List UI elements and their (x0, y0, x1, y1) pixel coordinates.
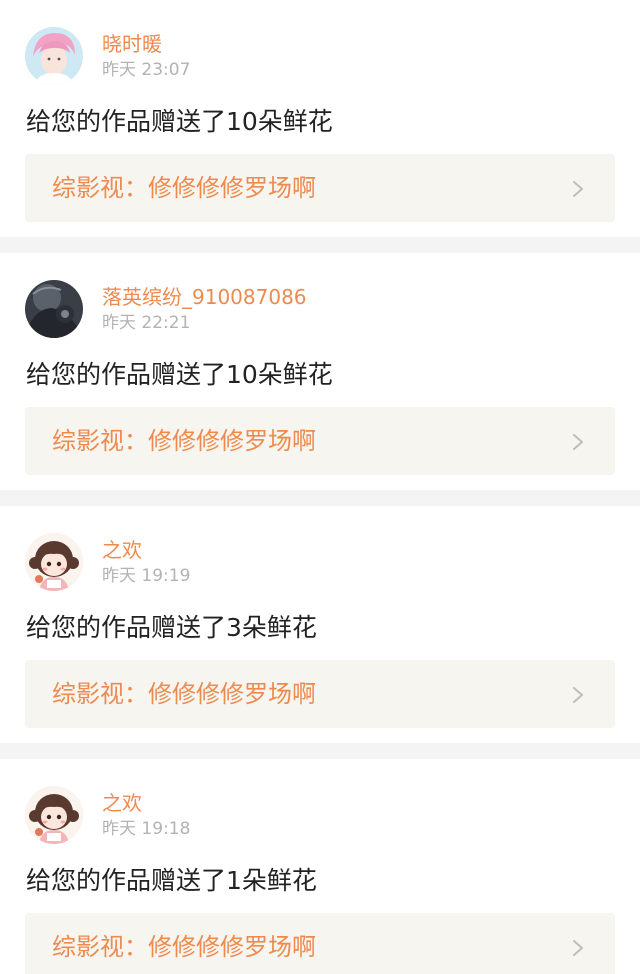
timestamp: 昨天 22:21 (102, 313, 191, 333)
username[interactable]: 晓时暖 (102, 31, 162, 57)
chevron-right-icon (571, 180, 585, 198)
timestamp: 昨天 19:19 (102, 566, 191, 586)
chevron-right-icon (571, 686, 585, 704)
avatar-cartoon-girl-icon (25, 533, 83, 591)
work-title: 综影视：修修修修罗场啊 (52, 427, 316, 455)
gift-message: 给您的作品赠送了10朵鲜花 (26, 360, 333, 389)
notification-card: 之欢 昨天 19:19 给您的作品赠送了3朵鲜花 综影视：修修修修罗场啊 (0, 506, 640, 743)
notification-feed: 晓时暖 昨天 23:07 给您的作品赠送了10朵鲜花 综影视：修修修修罗场啊 落… (0, 0, 640, 974)
work-link[interactable]: 综影视：修修修修罗场啊 (25, 407, 615, 475)
gift-message: 给您的作品赠送了3朵鲜花 (26, 613, 317, 642)
work-link[interactable]: 综影视：修修修修罗场啊 (25, 154, 615, 222)
username[interactable]: 之欢 (102, 537, 142, 563)
avatar[interactable] (25, 786, 83, 844)
username[interactable]: 之欢 (102, 790, 142, 816)
work-title: 综影视：修修修修罗场啊 (52, 933, 316, 961)
avatar[interactable] (25, 533, 83, 591)
avatar-pink-hair-boy-icon (25, 27, 83, 85)
work-link[interactable]: 综影视：修修修修罗场啊 (25, 660, 615, 728)
timestamp: 昨天 23:07 (102, 60, 191, 80)
avatar[interactable] (25, 280, 83, 338)
work-title: 综影视：修修修修罗场啊 (52, 174, 316, 202)
work-link[interactable]: 综影视：修修修修罗场啊 (25, 913, 615, 974)
avatar-cartoon-girl-icon (25, 786, 83, 844)
section-divider (0, 490, 640, 506)
gift-message: 给您的作品赠送了1朵鲜花 (26, 866, 317, 895)
notification-card: 晓时暖 昨天 23:07 给您的作品赠送了10朵鲜花 综影视：修修修修罗场啊 (0, 0, 640, 237)
avatar-dark-figure-icon (25, 280, 83, 338)
username[interactable]: 落英缤纷_910087086 (102, 284, 307, 310)
section-divider (0, 237, 640, 253)
section-divider (0, 743, 640, 759)
avatar[interactable] (25, 27, 83, 85)
timestamp: 昨天 19:18 (102, 819, 191, 839)
chevron-right-icon (571, 939, 585, 957)
work-title: 综影视：修修修修罗场啊 (52, 680, 316, 708)
chevron-right-icon (571, 433, 585, 451)
notification-card: 落英缤纷_910087086 昨天 22:21 给您的作品赠送了10朵鲜花 综影… (0, 253, 640, 490)
gift-message: 给您的作品赠送了10朵鲜花 (26, 107, 333, 136)
notification-card: 之欢 昨天 19:18 给您的作品赠送了1朵鲜花 综影视：修修修修罗场啊 (0, 759, 640, 974)
